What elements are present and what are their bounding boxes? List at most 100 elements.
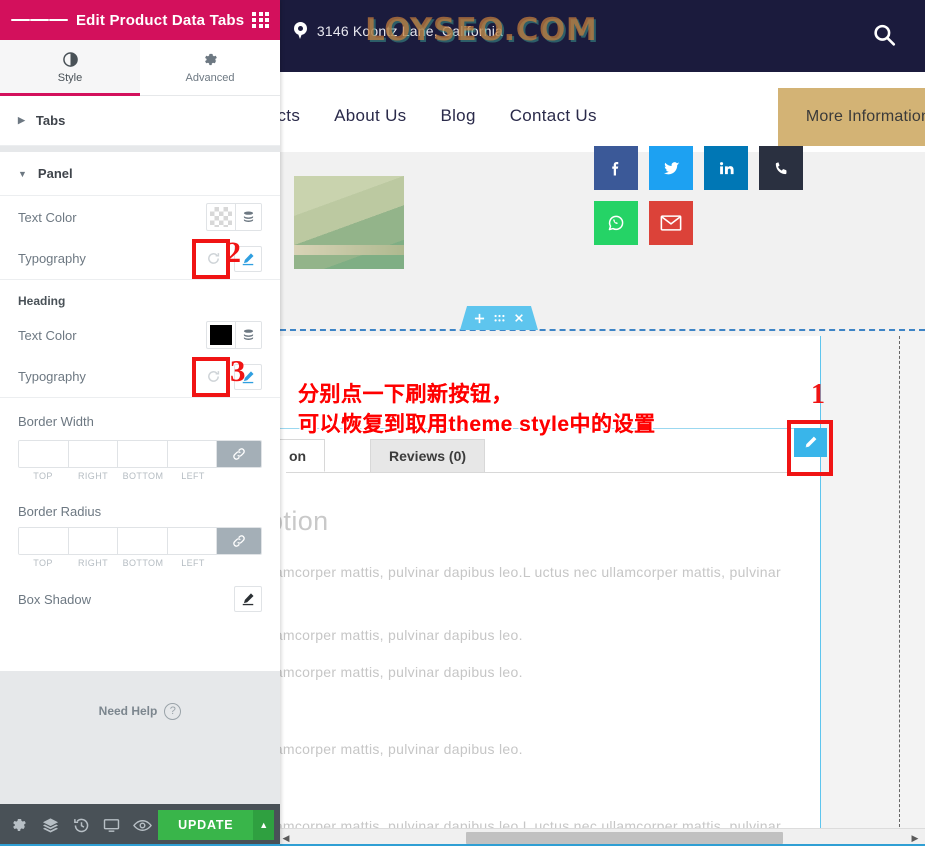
dim-label-top: TOP (33, 471, 53, 481)
scroll-right-arrow-icon[interactable]: ▶ (910, 833, 920, 843)
description-paragraph-1: llamcorper mattis, pulvinar dapibus leo.… (268, 564, 781, 580)
heading-typography-control: 3 (192, 353, 262, 397)
nav-link-contact-us[interactable]: Contact Us (510, 106, 631, 126)
social-row-2 (594, 201, 803, 245)
elementor-editor-panel: Edit Product Data Tabs Style Advanced ▶ … (0, 0, 280, 846)
border-radius-right-input[interactable] (68, 528, 118, 554)
border-width-left-input[interactable] (167, 441, 217, 467)
panel-typography-control: 2 (192, 236, 262, 279)
panel-text-color-label: Text Color (18, 209, 77, 225)
border-width-inputs: TOP RIGHT BOTTOM LEFT (0, 440, 280, 485)
email-icon[interactable] (649, 201, 693, 245)
grid-apps-icon[interactable] (252, 11, 269, 29)
responsive-mode-icon[interactable] (96, 804, 127, 846)
phone-icon[interactable] (759, 146, 803, 190)
section-panel-label: Panel (37, 166, 73, 181)
border-radius-label: Border Radius (18, 503, 102, 519)
nav-links: ducts About Us Blog Contact Us (258, 106, 631, 126)
tab-style[interactable]: Style (0, 40, 140, 96)
annotation-marker-3: 3 (230, 352, 246, 388)
border-radius-inputs: TOP RIGHT BOTTOM LEFT (0, 527, 280, 572)
dim-label-right: RIGHT (78, 558, 108, 568)
scroll-left-arrow-icon[interactable]: ◀ (281, 833, 291, 843)
border-width-bottom-input[interactable] (118, 441, 168, 467)
cta-line-2: Information (847, 107, 925, 125)
twitter-icon[interactable] (649, 146, 693, 190)
need-help-label: Need Help (98, 704, 158, 718)
plus-icon[interactable] (474, 313, 485, 324)
panel-tab-bar: Style Advanced (0, 40, 280, 96)
chevron-right-icon: ▶ (18, 115, 25, 125)
dim-label-left: LEFT (181, 471, 205, 481)
box-shadow-edit-pencil-icon[interactable] (234, 586, 262, 612)
border-width-right-input[interactable] (68, 441, 118, 467)
need-help-block[interactable]: Need Help ? (0, 670, 280, 752)
border-radius-top-input[interactable] (19, 528, 69, 554)
gear-icon (203, 52, 218, 67)
link-values-icon[interactable] (217, 528, 261, 554)
tab-advanced[interactable]: Advanced (140, 40, 280, 95)
panel-typography-row: Typography 2 (0, 236, 280, 280)
tab-reviews-label: Reviews (0) (389, 448, 467, 464)
tab-reviews[interactable]: Reviews (0) (370, 439, 486, 472)
more-information-button[interactable]: More Information (778, 88, 925, 146)
nav-link-blog[interactable]: Blog (440, 106, 509, 126)
dim-label-bottom: BOTTOM (122, 471, 164, 481)
heading-text-color-control (206, 321, 262, 349)
gear-icon[interactable] (4, 804, 35, 846)
panel-header: Edit Product Data Tabs (0, 0, 280, 40)
annotation-instruction-text: 分别点一下刷新按钮， 可以恢复到取用theme style中的设置 (298, 383, 656, 436)
social-share-buttons (594, 146, 803, 256)
annotation-box-1 (787, 420, 833, 476)
heading-typography-label: Typography (18, 369, 86, 384)
box-shadow-row: Box Shadow (0, 572, 280, 618)
global-colors-icon[interactable] (235, 204, 261, 230)
product-thumbnail-2[interactable] (294, 176, 404, 269)
tab-description-label: on (289, 447, 307, 464)
update-button[interactable]: UPDATE (158, 810, 254, 840)
product-data-tabs: ❮ on Reviews (0) (270, 439, 820, 473)
history-icon[interactable] (66, 804, 97, 846)
screenshot-root: om 3146 Koontz Lane, California LOYSEO.C… (0, 0, 925, 846)
panel-empty-space (0, 751, 280, 804)
drag-dots-icon[interactable] (494, 314, 505, 323)
whatsapp-icon[interactable] (594, 201, 638, 245)
panel-text-color-control (206, 203, 262, 231)
panel-title: Edit Product Data Tabs (75, 11, 245, 29)
search-icon[interactable] (871, 22, 897, 48)
panel-content: ▶ Tabs ▼ Panel Text Color Typography 2 H… (0, 96, 280, 671)
layers-icon[interactable] (35, 804, 66, 846)
panel-text-color-row: Text Color (0, 196, 280, 238)
section-edit-toolbar (460, 306, 538, 330)
border-radius-row: Border Radius (0, 485, 280, 527)
close-icon[interactable] (514, 313, 524, 323)
section-tabs-label: Tabs (35, 113, 66, 128)
caret-up-icon[interactable]: ▲ (253, 810, 274, 840)
hamburger-icon[interactable] (11, 16, 68, 25)
section-panel-header[interactable]: ▼ Panel (0, 146, 280, 196)
annotation-box-3 (192, 356, 230, 397)
question-circle-icon[interactable]: ? (164, 702, 182, 720)
section-dashed-boundary (280, 329, 925, 331)
global-colors-icon[interactable] (235, 322, 261, 348)
facebook-icon[interactable] (594, 146, 638, 190)
color-swatch-black[interactable] (210, 325, 232, 345)
nav-link-about-us[interactable]: About Us (334, 106, 440, 126)
border-width-top-input[interactable] (19, 441, 69, 467)
dim-label-bottom: BOTTOM (122, 558, 164, 568)
dim-label-left: LEFT (181, 558, 205, 568)
heading-text-color-row: Text Color (0, 314, 280, 356)
border-radius-left-input[interactable] (167, 528, 217, 554)
section-tabs-header[interactable]: ▶ Tabs (0, 96, 280, 146)
chevron-down-icon: ▼ (18, 168, 27, 179)
border-radius-bottom-input[interactable] (118, 528, 168, 554)
heading-text-color-label: Text Color (18, 327, 77, 343)
panel-typography-label: Typography (18, 251, 86, 266)
color-swatch-transparent[interactable] (210, 207, 232, 227)
horizontal-scrollbar-thumb[interactable] (466, 832, 783, 844)
linkedin-icon[interactable] (704, 146, 748, 190)
panel-footer-bar: UPDATE ▲ (0, 804, 280, 846)
annotation-marker-1: 1 (811, 379, 825, 410)
link-values-icon[interactable] (217, 441, 261, 467)
preview-eye-icon[interactable] (127, 804, 158, 846)
